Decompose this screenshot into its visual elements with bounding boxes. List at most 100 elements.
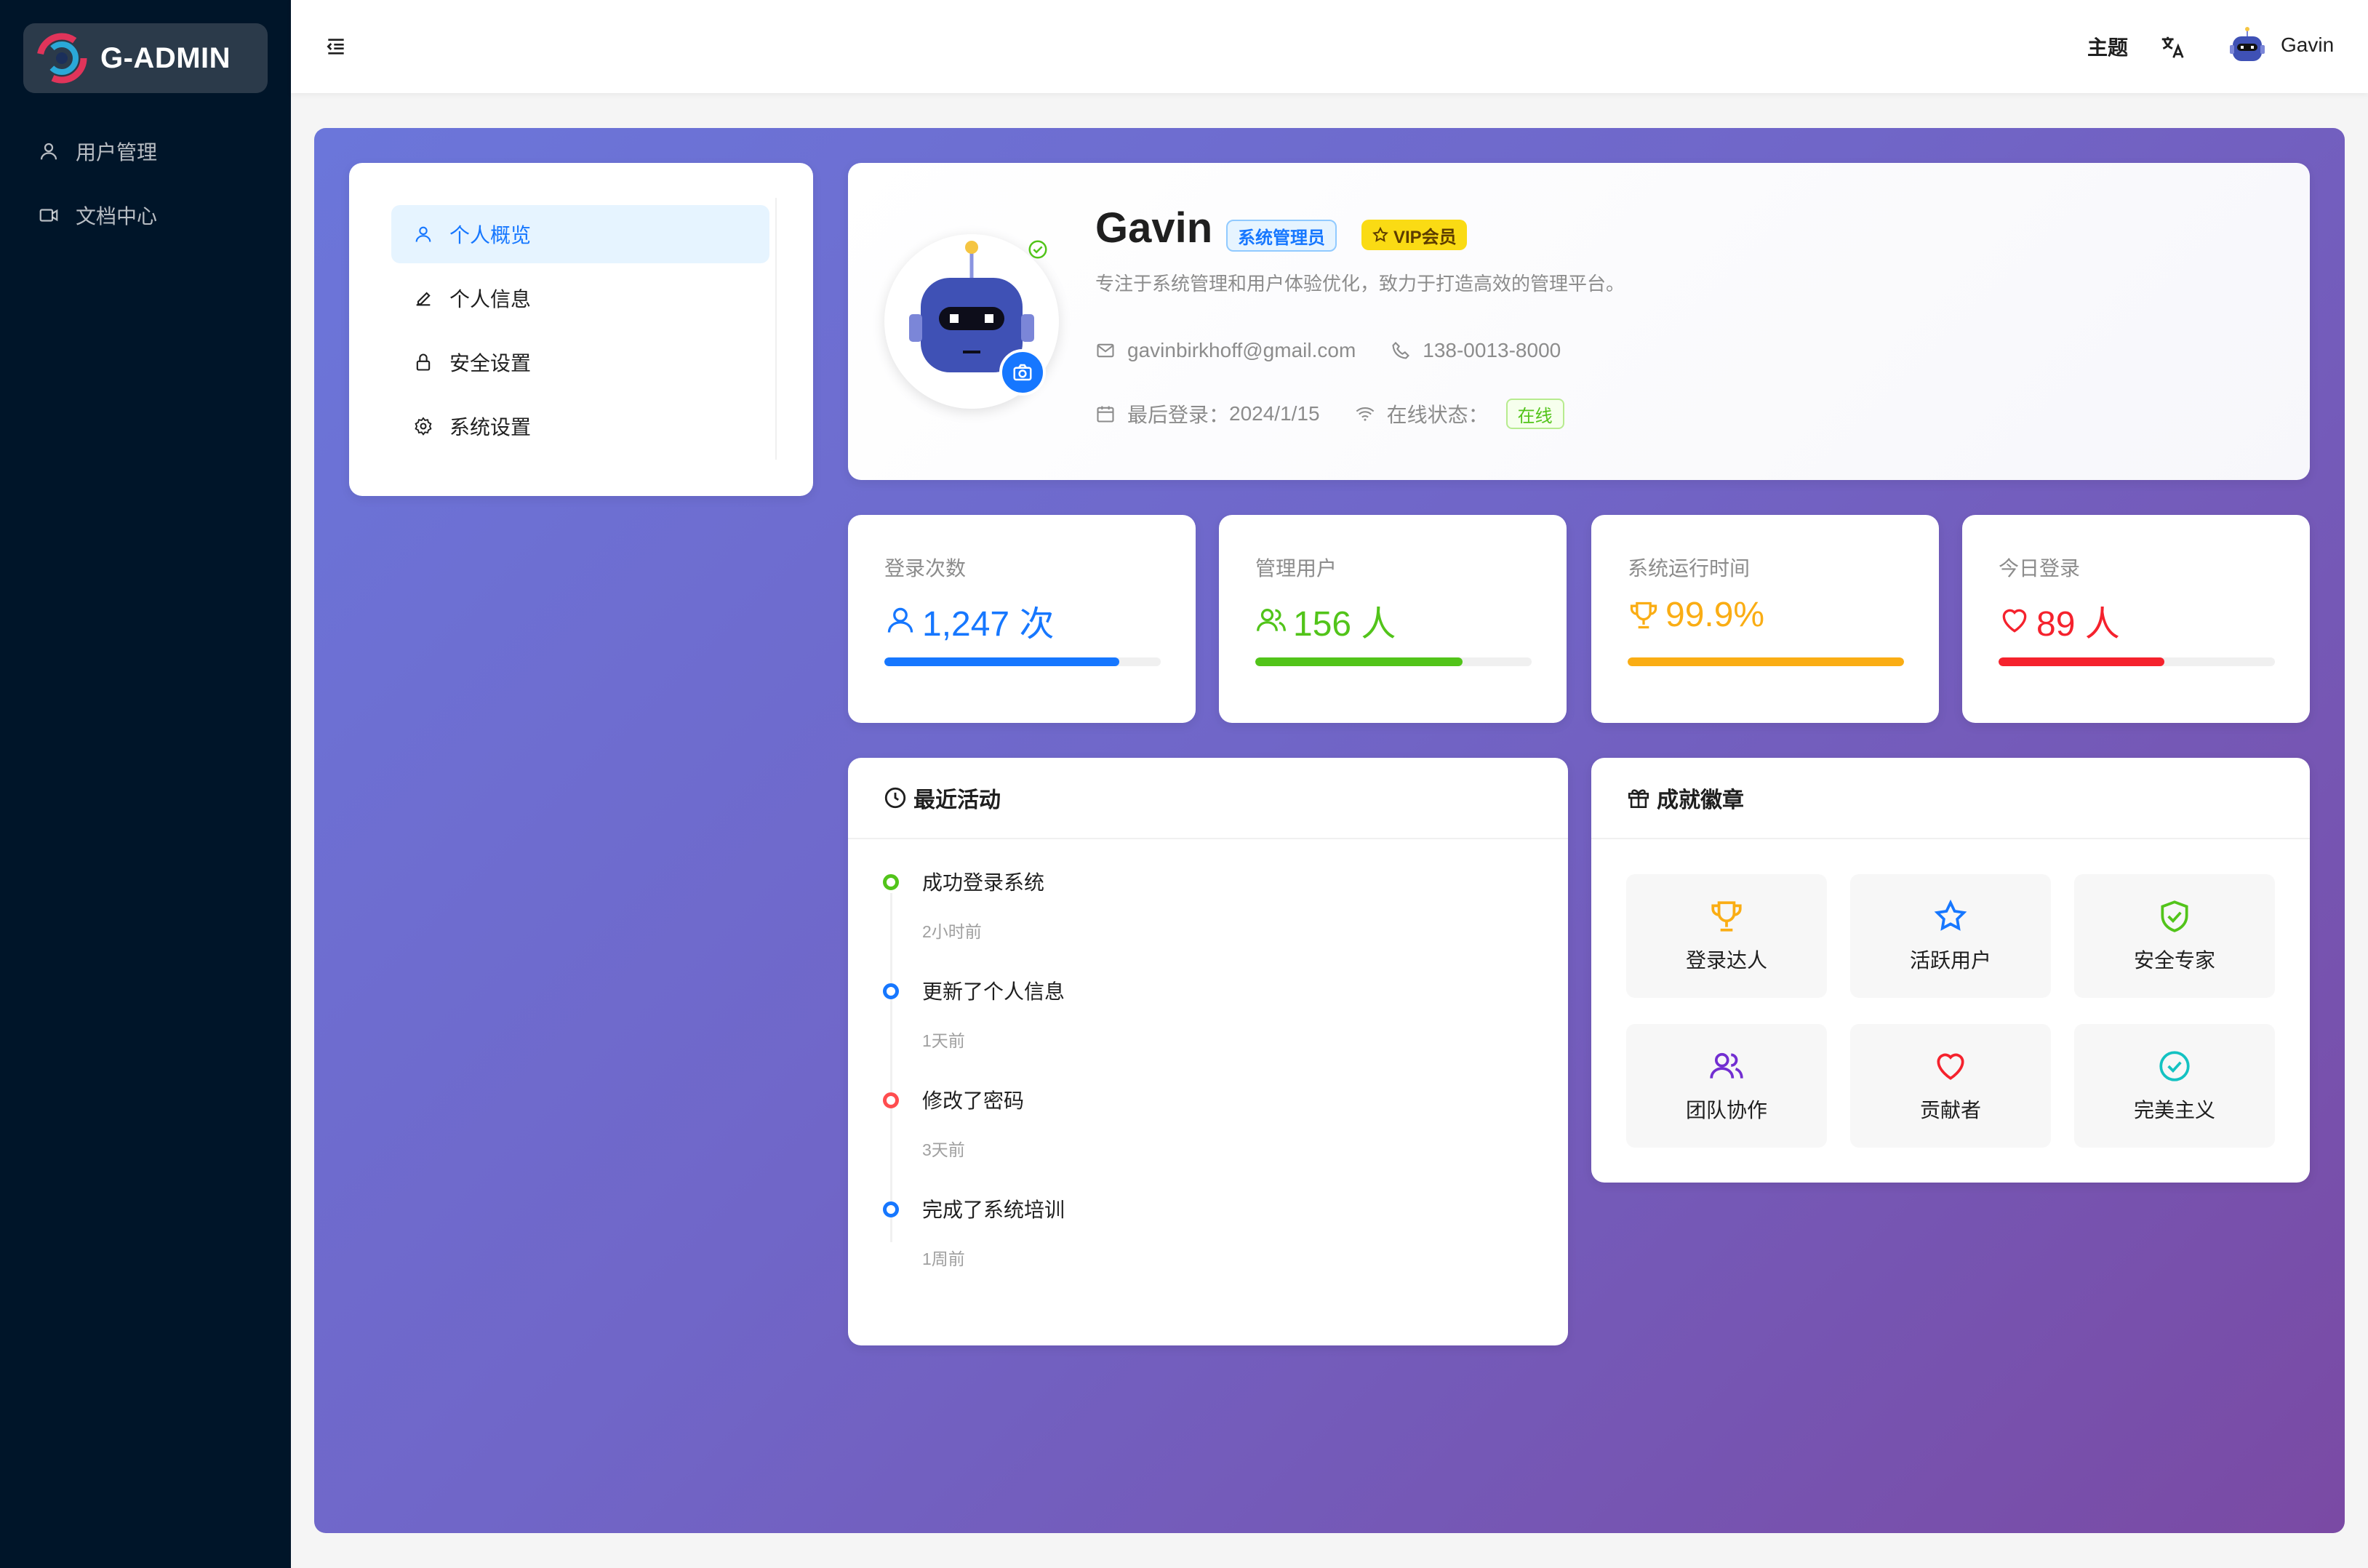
badge-label: 登录达人: [1685, 949, 1767, 972]
badge-label: 完美主义: [2133, 1099, 2215, 1121]
stat-value: 99.9%: [1628, 595, 1764, 635]
mail-icon: [1097, 343, 1114, 358]
menu-collapse-icon[interactable]: [324, 35, 348, 58]
vip-tag: VIP会员: [1361, 220, 1467, 250]
activity-time: 1天前: [922, 1031, 965, 1050]
sidebar-item-docs[interactable]: 文档中心: [38, 193, 157, 237]
badge-security-expert[interactable]: 安全专家: [2074, 874, 2275, 998]
contact-line: gavinbirkhoff@gmail.com 138-0013-8000: [1095, 339, 1561, 362]
sidebar: G-ADMIN 用户管理 文档中心: [0, 0, 291, 1568]
nav-item-label: 安全设置: [449, 352, 532, 375]
logo-icon: [36, 33, 87, 84]
sidebar-item-user-management[interactable]: 用户管理: [38, 129, 157, 173]
progress-bar: [1999, 657, 2275, 666]
user-icon: [415, 226, 431, 242]
theme-button[interactable]: 主题: [2087, 32, 2128, 61]
gift-icon: [1628, 789, 1649, 809]
activity-title: 完成了系统培训: [922, 1199, 1065, 1221]
logo-text: G-ADMIN: [100, 41, 231, 74]
timeline-dot: [883, 1092, 899, 1108]
heart-icon: [2002, 609, 2027, 633]
recent-activity-card: 最近活动 成功登录系统 2小时前 更新了个人信息 1天前 修改了密码 3天前 完…: [848, 758, 1568, 1345]
timeline-dot: [883, 1201, 899, 1217]
last-login-label: 最后登录：: [1127, 404, 1230, 426]
stat-title: 今日登录: [1999, 557, 2081, 580]
gear-icon: [415, 417, 432, 436]
badge-label: 贡献者: [1919, 1099, 1981, 1121]
badge-teamwork[interactable]: 团队协作: [1626, 1024, 1827, 1148]
sidebar-item-label: 用户管理: [76, 141, 158, 164]
profile-description: 专注于系统管理和用户体验优化，致力于打造高效的管理平台。: [1095, 273, 1625, 295]
progress-fill: [1628, 657, 1904, 666]
progress-fill: [884, 657, 1119, 666]
nav-item-overview[interactable]: 个人概览: [391, 205, 769, 263]
progress-bar: [1628, 657, 1904, 666]
badge-login-master[interactable]: 登录达人: [1626, 874, 1827, 998]
progress-bar: [1255, 657, 1532, 666]
achievements-card: 成就徽章 登录达人 活跃用户 安全专家 团队协作 贡献者 完美主义: [1591, 758, 2310, 1183]
online-check-icon: [1028, 240, 1047, 259]
timeline-dot: [883, 874, 899, 890]
heart-icon: [1937, 1053, 1964, 1080]
activity-time: 2小时前: [922, 922, 982, 941]
nav-item-security[interactable]: 安全设置: [391, 333, 769, 391]
stat-value: 156 人: [1255, 595, 1396, 646]
top-header: 主题 Gavin: [291, 0, 2368, 93]
check-circle-icon: [2159, 1051, 2190, 1081]
badge-active-user[interactable]: 活跃用户: [1850, 874, 2051, 998]
translate-icon[interactable]: [2159, 33, 2186, 61]
card-header: 成就徽章: [1591, 758, 2310, 839]
user-icon: [887, 607, 913, 633]
nav-item-personal-info[interactable]: 个人信息: [391, 269, 769, 327]
nav-item-system-settings[interactable]: 系统设置: [391, 397, 769, 455]
stat-value: 1,247 次: [884, 595, 1054, 646]
trophy-icon: [1711, 901, 1742, 932]
shield-check-icon: [2161, 900, 2188, 932]
star-icon: [1934, 899, 1967, 931]
timeline-dot: [883, 983, 899, 999]
calendar-icon: [1097, 406, 1114, 423]
phone-icon: [1392, 342, 1410, 359]
card-title: 最近活动: [913, 788, 1001, 812]
change-avatar-button[interactable]: [999, 349, 1046, 396]
header-username[interactable]: Gavin: [2281, 33, 2334, 57]
stat-card-uptime: 系统运行时间 99.9%: [1591, 515, 1939, 723]
profile-nav-card: 个人概览 个人信息 安全设置 系统设置: [349, 163, 813, 496]
profile-email: gavinbirkhoff@gmail.com: [1127, 339, 1356, 361]
avatar[interactable]: [2225, 25, 2269, 68]
badge-contributor[interactable]: 贡献者: [1850, 1024, 2051, 1148]
nav-divider: [775, 198, 777, 460]
badge-perfectionist[interactable]: 完美主义: [2074, 1024, 2275, 1148]
stat-value-text: 99.9%: [1665, 596, 1765, 634]
stat-title: 系统运行时间: [1628, 557, 1751, 580]
stat-value-text: 1,247 次: [922, 605, 1055, 644]
badge-label: 团队协作: [1685, 1099, 1767, 1121]
app-logo[interactable]: G-ADMIN: [23, 23, 268, 93]
user-icon: [40, 143, 57, 160]
activity-title: 成功登录系统: [922, 871, 1045, 894]
card-header: 最近活动: [848, 758, 1568, 839]
team-icon: [1710, 1052, 1743, 1079]
clock-icon: [884, 787, 906, 809]
stat-card-login-count: 登录次数 1,247 次: [848, 515, 1196, 723]
last-login-value: 2024/1/15: [1229, 402, 1320, 425]
status-line: 最后登录： 2024/1/15 在线状态： 在线: [1095, 399, 1564, 429]
activity-title: 修改了密码: [922, 1089, 1025, 1112]
stat-value-text: 89 人: [2036, 605, 2120, 644]
progress-fill: [1255, 657, 1463, 666]
stat-title: 管理用户: [1255, 557, 1337, 580]
activity-time: 3天前: [922, 1140, 965, 1159]
nav-item-label: 个人概览: [449, 224, 532, 247]
activity-title: 更新了个人信息: [922, 980, 1065, 1003]
lock-icon: [416, 353, 431, 371]
stat-value: 89 人: [1999, 595, 2120, 646]
trophy-icon: [1630, 601, 1657, 628]
stat-value-text: 156 人: [1293, 605, 1396, 644]
timeline-line: [890, 893, 892, 1242]
profile-name: Gavin: [1095, 204, 1213, 252]
video-icon: [39, 209, 58, 222]
card-title: 成就徽章: [1657, 788, 1744, 812]
stat-card-managed-users: 管理用户 156 人: [1219, 515, 1567, 723]
role-tag: 系统管理员: [1226, 220, 1337, 252]
stat-title: 登录次数: [884, 557, 967, 580]
